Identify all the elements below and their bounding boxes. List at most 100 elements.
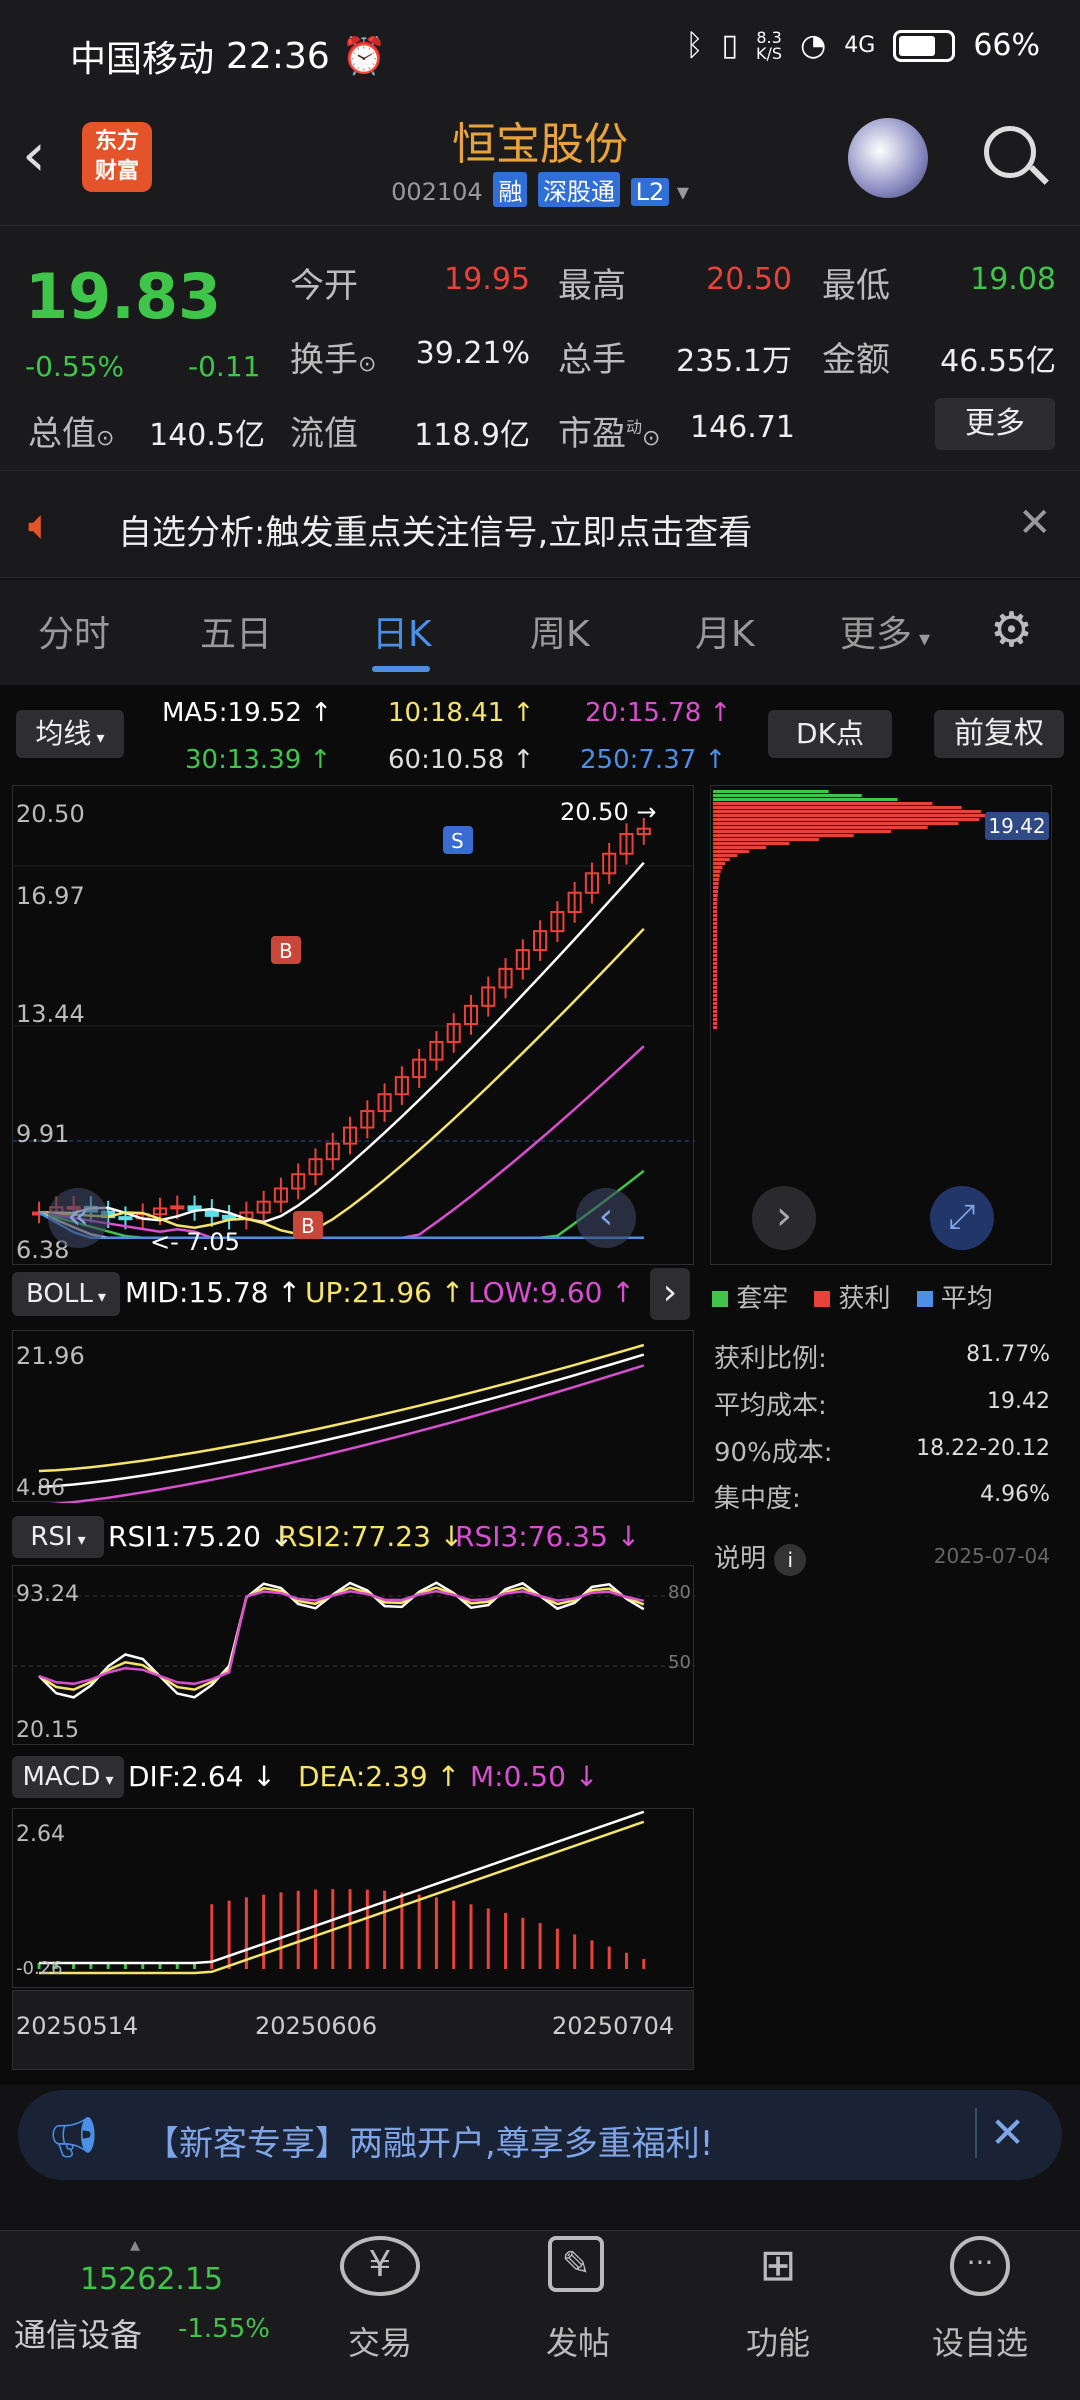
index-value[interactable]: 15262.15 — [80, 2262, 223, 2297]
nav-trade[interactable]: 交易 — [310, 2318, 450, 2364]
concentration-value: 4.96% — [980, 1482, 1050, 1507]
abs-change: -0.11 — [188, 350, 261, 383]
chevron-right-icon[interactable]: › — [752, 1186, 816, 1250]
promo-text[interactable]: 【新客专享】两融开户,尊享多重福利! — [145, 2116, 713, 2165]
dk-button[interactable]: DK点 — [768, 710, 892, 758]
macd-panel[interactable] — [12, 1808, 694, 1988]
low-value: 19.08 — [970, 262, 1056, 297]
macd-bars — [37, 1810, 646, 1975]
network-type: 4G — [844, 33, 876, 58]
chevron-left-icon[interactable]: ‹ — [576, 1188, 636, 1248]
float-value: 118.9亿 — [414, 418, 530, 453]
chip-bar — [713, 990, 717, 993]
explain-link[interactable]: 说明 i — [714, 1538, 807, 1576]
expand-icon[interactable]: ⤢ — [930, 1186, 994, 1250]
ma-selector[interactable]: 均线 ▾ — [16, 710, 124, 758]
info-icon[interactable]: ⊙ — [358, 352, 376, 377]
scroll-left-button[interactable]: « — [48, 1188, 108, 1248]
gear-icon[interactable]: ⚙ — [990, 602, 1033, 658]
ma10-line — [38, 927, 645, 1236]
rsi-panel[interactable] — [12, 1565, 695, 1745]
boll-panel[interactable] — [12, 1330, 694, 1507]
nav-watchlist[interactable]: 设自选 — [910, 2318, 1050, 2364]
turnover-value: 39.21% — [415, 336, 530, 371]
info-icon[interactable]: ⊙ — [642, 426, 660, 451]
dropdown-icon: ▾ — [91, 728, 105, 747]
chip-bar — [713, 866, 723, 869]
nav-function[interactable]: 功能 — [708, 2318, 848, 2364]
status-left: 中国移动 22:36 ⏰ — [70, 30, 387, 82]
boll-low: LOW:9.60 ↑ — [468, 1276, 635, 1309]
ma60-value: 60:10.58 ↑ — [388, 745, 535, 775]
chip-bar — [713, 810, 982, 813]
profit-ratio-label: 获利比例: — [714, 1344, 827, 1374]
more-button[interactable]: 更多 — [935, 398, 1055, 450]
grid-icon[interactable]: ⊞ — [748, 2236, 808, 2296]
date-label-end: 20250704 — [552, 2012, 675, 2040]
tab-weekly-k[interactable]: 周K — [530, 605, 590, 657]
chip-bar — [713, 950, 717, 953]
turnover-label: 换手⊙ — [290, 332, 376, 381]
chip-bar — [713, 898, 718, 901]
bluetooth-icon: ᛒ — [685, 28, 704, 63]
float-label: 流值 — [290, 414, 358, 454]
chip-bar — [713, 798, 898, 801]
status-right: ᛒ ▯ 8.3 K/S ◔ 4G 66% — [686, 28, 1040, 63]
robot-avatar-icon[interactable] — [848, 118, 928, 198]
rsi2-line — [38, 1586, 645, 1691]
rsi3: RSI3:76.35 ↓ — [455, 1520, 641, 1553]
macd-selector[interactable]: MACD ▾ — [12, 1756, 124, 1798]
boll-up-text: UP:21.96 — [305, 1276, 432, 1309]
search-icon[interactable] — [984, 126, 1036, 178]
chevron-right-icon[interactable]: › — [650, 1268, 690, 1320]
chip-bar — [713, 954, 717, 957]
dropdown-icon: ▾ — [72, 1530, 86, 1549]
notice-text[interactable]: 自选分析:触发重点关注信号,立即点击查看 — [118, 505, 752, 554]
adjust-button[interactable]: 前复权 — [934, 710, 1064, 758]
legend-trapped: 套牢 — [712, 1278, 788, 1315]
rsi3-text: RSI3:76.35 — [455, 1520, 608, 1553]
close-icon[interactable]: ✕ — [990, 2108, 1025, 2157]
chip-bar — [713, 814, 988, 817]
info-icon[interactable]: ⊙ — [96, 426, 114, 451]
chip-bar — [713, 910, 717, 913]
turnover-label-text: 换手 — [290, 340, 358, 380]
boll-selector[interactable]: BOLL ▾ — [12, 1272, 120, 1316]
y-label-2: 16.97 — [16, 882, 85, 910]
chip-bar — [713, 890, 718, 893]
volume-value: 235.1万 — [676, 344, 792, 379]
tab-daily-k[interactable]: 日K — [372, 605, 432, 657]
tag-rong: 融 — [493, 172, 528, 207]
info-icon: i — [774, 1544, 807, 1576]
tab-more[interactable]: 更多 ▾ — [840, 605, 930, 657]
index-name[interactable]: 通信设备 — [14, 2310, 142, 2356]
volume-label: 总手 — [558, 340, 626, 380]
chip-bar — [713, 1006, 717, 1009]
tab-intraday[interactable]: 分时 — [38, 605, 110, 657]
ma30-text: 30:13.39 — [185, 745, 302, 775]
chip-bar — [713, 894, 718, 897]
tab-five-day[interactable]: 五日 — [200, 605, 272, 657]
close-icon[interactable]: ✕ — [1018, 500, 1052, 546]
battery-level: 66% — [973, 28, 1040, 63]
chip-legend: 套牢 获利 平均 — [712, 1278, 993, 1315]
nav-post[interactable]: 发帖 — [508, 2318, 648, 2364]
legend-profit: 获利 — [814, 1278, 891, 1315]
megaphone-icon: 📢︎ — [48, 2115, 99, 2161]
chevron-up-icon[interactable]: ▴ — [130, 2232, 140, 2256]
chip-bar — [713, 930, 717, 933]
chip-bar — [713, 882, 719, 885]
rsi-selector[interactable]: RSI ▾ — [12, 1516, 104, 1558]
chip-distribution-panel[interactable] — [710, 785, 1052, 1265]
chip-bar — [713, 790, 829, 793]
trade-icon[interactable]: ¥ — [340, 2236, 420, 2296]
tab-monthly-k[interactable]: 月K — [695, 605, 755, 657]
rsi1-text: RSI1:75.20 — [108, 1520, 261, 1553]
legend-swatch — [916, 1291, 933, 1307]
edit-icon[interactable]: ✎ — [548, 2236, 604, 2292]
wifi-icon: ◔ — [800, 28, 827, 63]
ma60-text: 60:10.58 — [388, 745, 505, 775]
more-dots-icon[interactable]: ··· — [950, 2236, 1010, 2296]
chip-bar — [713, 862, 726, 865]
legend-trapped-label: 套牢 — [736, 1284, 789, 1314]
